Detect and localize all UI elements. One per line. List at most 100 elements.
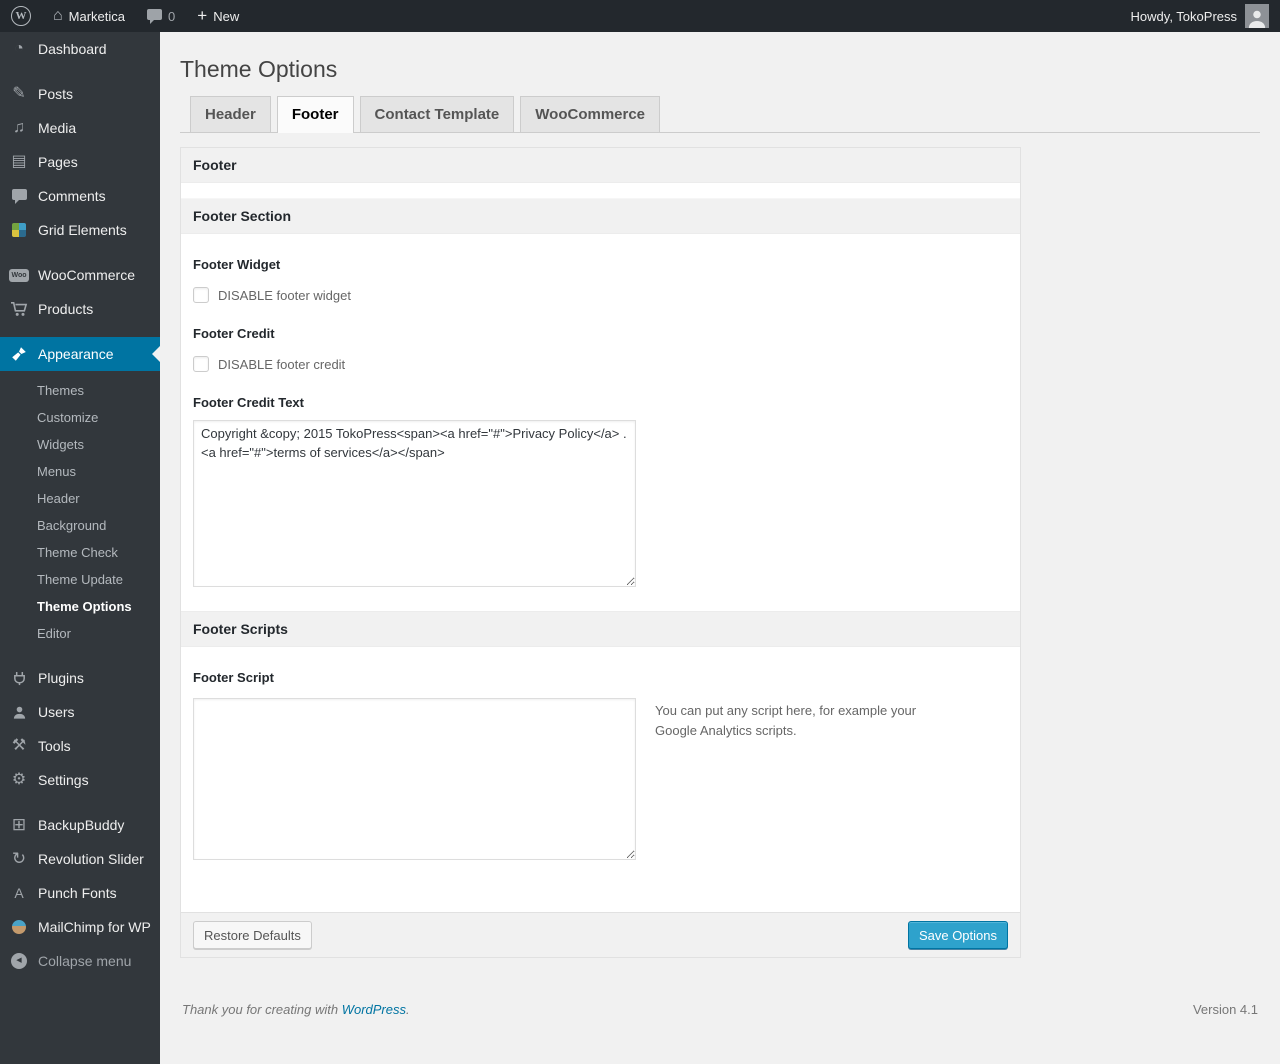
sidebar-item-users[interactable]: Users <box>0 695 160 729</box>
comment-count: 0 <box>168 8 176 24</box>
plus-icon <box>197 7 207 24</box>
sidebar-item-plugins[interactable]: Plugins <box>0 661 160 695</box>
admin-bar-left: Marketica 0 New <box>0 0 250 32</box>
footer-credit-text-label: Footer Credit Text <box>193 395 304 410</box>
menu-separator <box>0 326 160 337</box>
panel-spacer <box>181 183 1020 199</box>
sidebar-item-label: Dashboard <box>38 41 107 57</box>
tab-footer[interactable]: Footer <box>276 96 354 133</box>
site-footer: Thank you for creating with WordPress. V… <box>180 1002 1260 1017</box>
letter-a-icon <box>9 884 29 902</box>
sidebar-item-woocommerce[interactable]: WooCommerce <box>0 258 160 292</box>
submenu-item-themes[interactable]: Themes <box>0 377 160 404</box>
sidebar: Dashboard Posts Media Pages Comments Gri… <box>0 32 160 1064</box>
grid-icon <box>9 223 29 237</box>
sidebar-item-grid-elements[interactable]: Grid Elements <box>0 213 160 247</box>
tab-bar: Header Footer Contact Template WooCommer… <box>180 96 1260 133</box>
sidebar-item-tools[interactable]: Tools <box>0 729 160 763</box>
sidebar-item-settings[interactable]: Settings <box>0 763 160 797</box>
footer-credit-label: Footer Credit <box>193 326 275 341</box>
refresh-arrows-icon <box>9 850 29 868</box>
comments-link[interactable]: 0 <box>136 0 186 32</box>
footer-thanks-text: Thank you for creating with WordPress. <box>182 1002 410 1017</box>
sidebar-item-label: Pages <box>38 154 78 170</box>
home-icon <box>53 8 63 24</box>
sidebar-item-label: Comments <box>38 188 106 204</box>
sidebar-item-mailchimp[interactable]: MailChimp for WP <box>0 910 160 944</box>
submenu-item-header[interactable]: Header <box>0 485 160 512</box>
admin-bar: Marketica 0 New Howdy, TokoPress <box>0 0 1280 32</box>
footer-widget-checkbox-row[interactable]: DISABLE footer widget <box>193 287 1008 303</box>
theme-options-panel: Footer Footer Section Footer Widget DISA… <box>180 147 1021 958</box>
howdy-text: Howdy, TokoPress <box>1130 8 1237 24</box>
sidebar-item-appearance[interactable]: Appearance <box>0 337 160 371</box>
wp-logo-button[interactable] <box>0 0 42 32</box>
dashboard-icon <box>9 40 29 58</box>
settings-icon <box>9 771 29 789</box>
pin-icon <box>9 85 29 103</box>
submenu-item-editor[interactable]: Editor <box>0 620 160 647</box>
submenu-item-background[interactable]: Background <box>0 512 160 539</box>
footer-widget-checkbox[interactable] <box>193 287 209 303</box>
restore-defaults-button[interactable]: Restore Defaults <box>193 921 312 949</box>
footer-credit-text-textarea[interactable]: Copyright &copy; 2015 TokoPress<span><a … <box>193 420 636 587</box>
sidebar-item-punch-fonts[interactable]: Punch Fonts <box>0 876 160 910</box>
sidebar-item-label: BackupBuddy <box>38 817 125 833</box>
footer-script-textarea[interactable] <box>193 698 636 860</box>
version-text: Version 4.1 <box>1192 1002 1258 1017</box>
new-content-menu[interactable]: New <box>186 0 250 32</box>
footer-credit-checkbox-label: DISABLE footer credit <box>218 356 346 372</box>
avatar <box>1245 4 1269 28</box>
sidebar-item-pages[interactable]: Pages <box>0 145 160 179</box>
submenu-item-theme-update[interactable]: Theme Update <box>0 566 160 593</box>
admin-bar-right: Howdy, TokoPress <box>1120 0 1280 32</box>
sidebar-item-revolution-slider[interactable]: Revolution Slider <box>0 842 160 876</box>
submenu-item-widgets[interactable]: Widgets <box>0 431 160 458</box>
sidebar-item-label: Revolution Slider <box>38 851 144 867</box>
sidebar-item-label: Grid Elements <box>38 222 127 238</box>
tab-woocommerce[interactable]: WooCommerce <box>520 96 661 132</box>
sidebar-item-comments[interactable]: Comments <box>0 179 160 213</box>
footer-scripts-body: Footer Script You can put any script her… <box>181 670 1020 860</box>
sidebar-item-label: Appearance <box>38 346 114 362</box>
sidebar-item-label: Tools <box>38 738 71 754</box>
tools-icon <box>9 737 29 755</box>
submenu-item-theme-check[interactable]: Theme Check <box>0 539 160 566</box>
sidebar-item-media[interactable]: Media <box>0 111 160 145</box>
footer-credit-checkbox[interactable] <box>193 356 209 372</box>
person-icon <box>9 705 29 720</box>
save-options-button[interactable]: Save Options <box>907 921 1008 949</box>
collapse-menu-button[interactable]: Collapse menu <box>0 944 160 978</box>
footer-credit-checkbox-row[interactable]: DISABLE footer credit <box>193 356 1008 372</box>
tab-header[interactable]: Header <box>190 96 271 132</box>
footer-widget-label: Footer Widget <box>193 257 281 272</box>
sidebar-item-dashboard[interactable]: Dashboard <box>0 32 160 66</box>
sidebar-item-label: WooCommerce <box>38 267 135 283</box>
pages-icon <box>9 153 29 171</box>
sidebar-item-label: Settings <box>38 772 89 788</box>
wordpress-logo-icon <box>11 6 31 26</box>
thanks-suffix: . <box>406 1002 410 1017</box>
collapse-arrow-icon <box>9 953 29 969</box>
new-label: New <box>213 8 240 24</box>
site-link[interactable]: Marketica <box>42 0 136 32</box>
submenu-item-menus[interactable]: Menus <box>0 458 160 485</box>
sidebar-item-products[interactable]: Products <box>0 292 160 326</box>
person-silhouette-icon <box>1248 10 1266 28</box>
wordpress-link[interactable]: WordPress <box>342 1002 406 1017</box>
appearance-submenu: Themes Customize Widgets Menus Header Ba… <box>0 371 160 661</box>
sidebar-item-label: MailChimp for WP <box>38 919 151 935</box>
submenu-item-theme-options[interactable]: Theme Options <box>0 593 160 620</box>
tab-contact-template[interactable]: Contact Template <box>359 96 515 132</box>
submenu-item-customize[interactable]: Customize <box>0 404 160 431</box>
sidebar-item-backupbuddy[interactable]: BackupBuddy <box>0 808 160 842</box>
menu-separator <box>0 797 160 808</box>
comment-bubble-icon <box>147 9 163 24</box>
panel-footer: Restore Defaults Save Options <box>181 912 1020 957</box>
sidebar-item-posts[interactable]: Posts <box>0 77 160 111</box>
account-menu[interactable]: Howdy, TokoPress <box>1120 0 1280 32</box>
menu-separator <box>0 247 160 258</box>
panel-title: Footer <box>181 148 1020 183</box>
site-name: Marketica <box>68 8 126 24</box>
mailchimp-monkey-icon <box>9 920 29 934</box>
